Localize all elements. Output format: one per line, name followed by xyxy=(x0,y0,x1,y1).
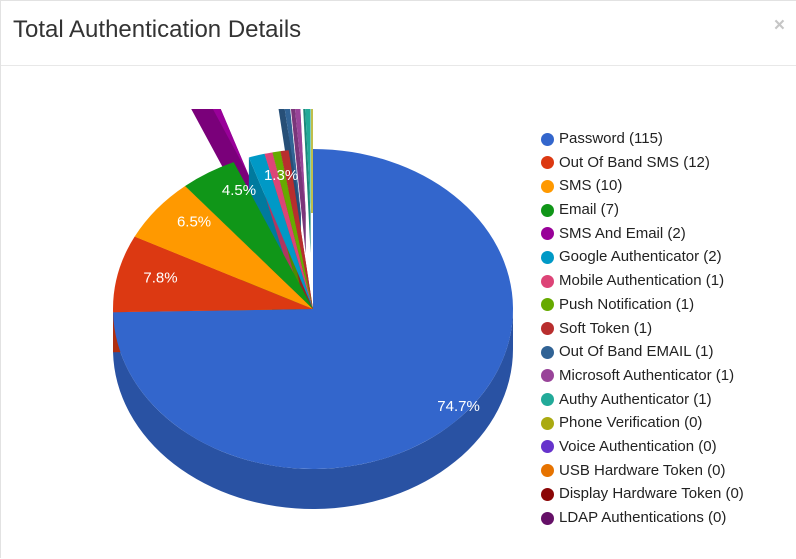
legend-label: SMS And Email (2) xyxy=(559,222,686,246)
legend-label: Google Authenticator (2) xyxy=(559,245,722,269)
legend-label: Push Notification (1) xyxy=(559,293,694,317)
legend-label: Email (7) xyxy=(559,198,619,222)
legend-swatch xyxy=(541,369,554,382)
legend-swatch xyxy=(541,417,554,430)
legend-label: Out Of Band EMAIL (1) xyxy=(559,340,714,364)
legend-swatch xyxy=(541,156,554,169)
data-label-password: 74.7% xyxy=(437,398,480,415)
legend-label: USB Hardware Token (0) xyxy=(559,459,725,483)
data-label-out-of-band-sms: 7.8% xyxy=(143,270,177,287)
legend-swatch xyxy=(541,180,554,193)
data-label-sms: 6.5% xyxy=(177,214,211,231)
legend-swatch xyxy=(541,512,554,525)
legend-swatch xyxy=(541,322,554,335)
data-label-email: 4.5% xyxy=(222,182,256,199)
dialog: Total Authentication Details × 74.7% 7.8%… xyxy=(0,0,796,558)
legend-swatch xyxy=(541,133,554,146)
slice-tops xyxy=(113,149,513,469)
legend-swatch xyxy=(541,298,554,311)
dialog-header: Total Authentication Details × xyxy=(1,1,796,66)
legend-label: Display Hardware Token (0) xyxy=(559,482,744,506)
legend-swatch xyxy=(541,488,554,501)
legend-label: Mobile Authentication (1) xyxy=(559,269,724,293)
legend-label: Microsoft Authenticator (1) xyxy=(559,364,734,388)
legend-swatch xyxy=(541,464,554,477)
dialog-title: Total Authentication Details xyxy=(13,18,301,42)
legend-label: SMS (10) xyxy=(559,174,622,198)
legend-label: Password (115) xyxy=(559,127,663,151)
legend-swatch xyxy=(541,227,554,240)
legend-label: LDAP Authentications (0) xyxy=(559,506,726,530)
legend-swatch xyxy=(541,204,554,217)
legend-label: Soft Token (1) xyxy=(559,317,652,341)
legend-label: Voice Authentication (0) xyxy=(559,435,717,459)
legend-swatch xyxy=(541,251,554,264)
legend-swatch xyxy=(541,440,554,453)
legend-label: Phone Verification (0) xyxy=(559,411,702,435)
legend-swatch xyxy=(541,393,554,406)
close-icon[interactable]: × xyxy=(774,16,785,36)
pie-chart: 74.7% 7.8% 6.5% 4.5% 1.3% xyxy=(1,109,531,559)
legend-swatch xyxy=(541,275,554,288)
data-label-google-authenticator: 1.3% xyxy=(264,167,298,184)
legend-swatch xyxy=(541,346,554,359)
legend-label: Out Of Band SMS (12) xyxy=(559,151,710,175)
legend-label: Authy Authenticator (1) xyxy=(559,388,712,412)
